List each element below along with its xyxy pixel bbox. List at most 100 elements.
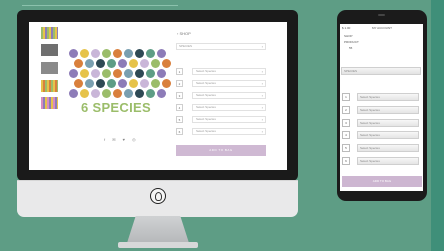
species-row[interactable]: 4 Select Species › [176,104,266,112]
phone-nav-count: 55 [349,46,353,50]
pattern-dot [74,79,83,88]
product-thumbnail[interactable] [41,44,58,56]
chevron-down-icon: › [261,117,263,122]
phone-nav-product[interactable]: PRODUCT [344,40,359,44]
phone-species-select[interactable]: SPECIES [341,67,421,75]
pattern-dot [146,49,155,58]
right-edge-strip [431,0,444,251]
pattern-dot [146,89,155,98]
species-row[interactable]: 5 Select Species › [176,116,266,124]
pattern-dot [69,49,78,58]
pattern-dot [151,79,160,88]
chevron-down-icon: › [261,93,263,98]
pattern-dot [129,59,138,68]
phone-header-price: $ 1.00 [342,26,351,30]
pattern-dot [135,69,144,78]
phone-account-link[interactable]: MY ACCOUNT [372,26,392,30]
pattern-dot [124,89,133,98]
pattern-dot [135,49,144,58]
pattern-dot [80,89,89,98]
phone-add-to-bag-button[interactable]: ADD TO BAG [342,176,422,187]
species-dropdown[interactable]: Select Species › [192,128,266,135]
product-thumbnail[interactable] [41,80,58,92]
phone-species-dropdown[interactable]: Select Species [357,106,419,114]
pattern-dot [140,79,149,88]
pattern-dot [96,79,105,88]
breadcrumb[interactable]: ‹ SHOP [177,31,191,36]
species-row[interactable]: 3 Select Species › [176,92,266,100]
chevron-down-icon: › [261,105,263,110]
pattern-dot [107,59,116,68]
phone-nav-shop[interactable]: SHOP [344,34,353,38]
phone-species-dropdown[interactable]: Select Species [357,144,419,152]
add-to-bag-button[interactable]: ADD TO BAG [176,145,266,156]
pattern-dot [74,59,83,68]
phone-species-row[interactable]: 3 Select Species [342,119,422,127]
phone-species-row[interactable]: 1 Select Species [342,93,422,101]
phone-species-row[interactable]: 2 Select Species [342,106,422,114]
pattern-dot [80,49,89,58]
pattern-dot [113,49,122,58]
pattern-dot [91,69,100,78]
product-thumbnail[interactable] [41,27,58,39]
pattern-dot [69,69,78,78]
imac-stand-base [118,242,198,248]
product-image-dot-pattern [69,49,171,101]
pattern-dot [118,79,127,88]
phone-species-dropdown[interactable]: Select Species [357,157,419,165]
species-select[interactable]: SPECIES › [176,43,266,50]
chevron-down-icon: › [261,44,263,49]
phone-species-row[interactable]: 5 Select Species [342,144,422,152]
pattern-dot [124,49,133,58]
pattern-dot [129,79,138,88]
phone-species-dropdown[interactable]: Select Species [357,131,419,139]
pattern-dot [157,69,166,78]
species-dropdown[interactable]: Select Species › [192,104,266,111]
pattern-dot [107,79,116,88]
chevron-down-icon: › [261,69,263,74]
pattern-dot [157,49,166,58]
species-row[interactable]: 1 Select Species › [176,68,266,76]
pattern-dot [113,89,122,98]
pattern-dot [102,69,111,78]
pattern-dot [69,89,78,98]
pattern-dot [102,49,111,58]
pattern-dot [140,59,149,68]
pattern-dot [157,89,166,98]
product-title: 6 SPECIES [81,100,151,115]
pattern-dot [85,59,94,68]
species-row[interactable]: 6 Select Species › [176,128,266,136]
pattern-dot [124,69,133,78]
phone-species-row[interactable]: 4 Select Species [342,131,422,139]
species-dropdown[interactable]: Select Species › [192,116,266,123]
pattern-dot [162,79,171,88]
pattern-dot [91,89,100,98]
chevron-down-icon: › [261,129,263,134]
pattern-dot [91,49,100,58]
species-row[interactable]: 2 Select Species › [176,80,266,88]
chevron-down-icon: › [261,81,263,86]
pattern-dot [135,89,144,98]
pattern-dot [151,59,160,68]
pattern-dot [85,79,94,88]
species-dropdown[interactable]: Select Species › [192,92,266,99]
top-divider [22,5,178,6]
pattern-dot [113,69,122,78]
imac-stand [127,216,189,243]
pattern-dot [146,69,155,78]
pattern-dot [118,59,127,68]
product-thumbnail[interactable] [41,62,58,74]
pattern-dot [80,69,89,78]
species-dropdown[interactable]: Select Species › [192,80,266,87]
phone-species-dropdown[interactable]: Select Species [357,119,419,127]
product-thumbnail[interactable] [41,97,58,109]
pattern-dot [162,59,171,68]
share-icons[interactable]: f ✉ ♥ ◎ [104,137,139,142]
phone-species-row[interactable]: 6 Select Species [342,157,422,165]
pattern-dot [102,89,111,98]
phone-species-dropdown[interactable]: Select Species [357,93,419,101]
pattern-dot [96,59,105,68]
apple-logo-icon [150,188,166,204]
species-dropdown[interactable]: Select Species › [192,68,266,75]
phone-speaker [378,14,385,16]
